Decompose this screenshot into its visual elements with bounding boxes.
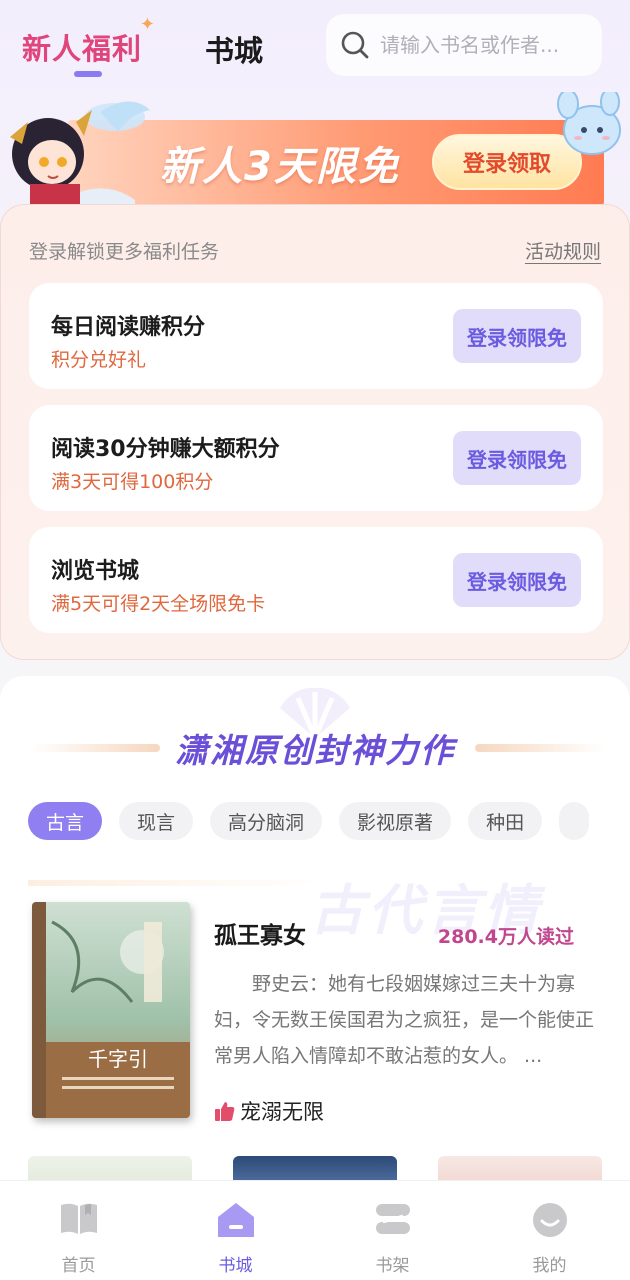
category-chip[interactable]: 现言 (119, 802, 194, 840)
thumbs-up-icon (215, 1102, 235, 1121)
top-bar: 新人福利 ✦ 书城 (0, 0, 630, 100)
task-title: 浏览书城 (51, 559, 140, 584)
task-card: 每日阅读赚积分 积分兑好礼 登录领限免 (29, 283, 603, 389)
task-subtitle: 满5天可得2天全场限免卡 (51, 593, 266, 615)
book-open-icon (60, 1203, 97, 1234)
book-description: 野史云：她有七段姻媒嫁过三夫十为寡妇，令无数王侯国君为之疯狂，是一个能使正常男人… (214, 973, 595, 1067)
nav-item-mine[interactable]: 我的 (471, 1181, 628, 1280)
tasks-hint: 登录解锁更多福利任务 (29, 241, 220, 263)
tab-bookcity[interactable]: 书城 (205, 28, 263, 70)
task-title: 阅读30分钟赚大额积分 (51, 437, 280, 462)
category-chips: 古言 现言 高分脑洞 影视原著 种田 (28, 802, 630, 842)
nav-label: 我的 (532, 1256, 567, 1276)
book-title[interactable]: 孤王寡女 (214, 916, 306, 950)
task-login-button[interactable]: 登录领限免 (453, 553, 581, 607)
category-chip[interactable]: 古言 (28, 802, 103, 840)
bunny-mascot-image (557, 92, 621, 155)
section-title: 潇湘原创封神力作 (175, 731, 455, 770)
task-card: 浏览书城 满5天可得2天全场限免卡 登录领限免 (29, 527, 603, 633)
tab-welfare-label: 新人福利 (22, 32, 143, 66)
genre-decor-line (28, 880, 318, 886)
tab-active-indicator (74, 71, 102, 77)
book-cover-art: 千字引 (32, 902, 190, 1118)
bottom-nav: 首页 书城 书架 我的 (0, 1180, 630, 1280)
search-input[interactable] (380, 33, 590, 57)
task-title: 每日阅读赚积分 (51, 315, 206, 340)
anime-girl-mascot-image (10, 101, 150, 207)
smile-face-icon (532, 1203, 567, 1237)
promo-banner[interactable]: 新人3天限免 登录领取 (0, 92, 630, 212)
sparkle-icon: ✦ (139, 14, 157, 35)
category-chip[interactable]: 种田 (468, 802, 543, 840)
category-chip[interactable]: 高分脑洞 (210, 802, 323, 840)
task-login-button[interactable]: 登录领限免 (453, 431, 581, 485)
book-read-count: 280.4万人读过 (437, 926, 574, 948)
banner-headline: 新人3天限免 (160, 144, 400, 190)
house-icon (217, 1203, 254, 1237)
book-cover-image[interactable]: 千字引 (32, 902, 190, 1118)
welfare-tasks-panel: 登录解锁更多福利任务 活动规则 每日阅读赚积分 积分兑好礼 登录领限免 阅读30… (0, 204, 630, 660)
nav-item-shelf[interactable]: 书架 (314, 1181, 471, 1280)
nav-item-home[interactable]: 首页 (0, 1181, 157, 1280)
category-chip-partial[interactable] (559, 802, 590, 840)
nav-label: 首页 (61, 1256, 96, 1276)
activity-rules-link[interactable]: 活动规则 (525, 237, 601, 264)
shelf-icon (375, 1204, 410, 1234)
nav-item-bookcity[interactable]: 书城 (157, 1181, 314, 1280)
task-card: 阅读30分钟赚大额积分 满3天可得100积分 登录领限免 (29, 405, 603, 511)
search-icon (341, 31, 369, 59)
search-box[interactable] (326, 14, 602, 76)
cover-title-text: 千字引 (88, 1047, 148, 1071)
nav-label: 书城 (218, 1256, 253, 1276)
nav-label: 书架 (375, 1256, 410, 1276)
task-subtitle: 满3天可得100积分 (51, 471, 214, 493)
tab-welfare[interactable]: 新人福利 ✦ (22, 14, 155, 68)
book-tag-label: 宠溺无限 (240, 1100, 324, 1124)
task-login-button[interactable]: 登录领限免 (453, 309, 581, 363)
category-chip[interactable]: 影视原著 (339, 802, 452, 840)
book-tag: 宠溺无限 (214, 1096, 324, 1126)
task-subtitle: 积分兑好礼 (51, 349, 147, 371)
